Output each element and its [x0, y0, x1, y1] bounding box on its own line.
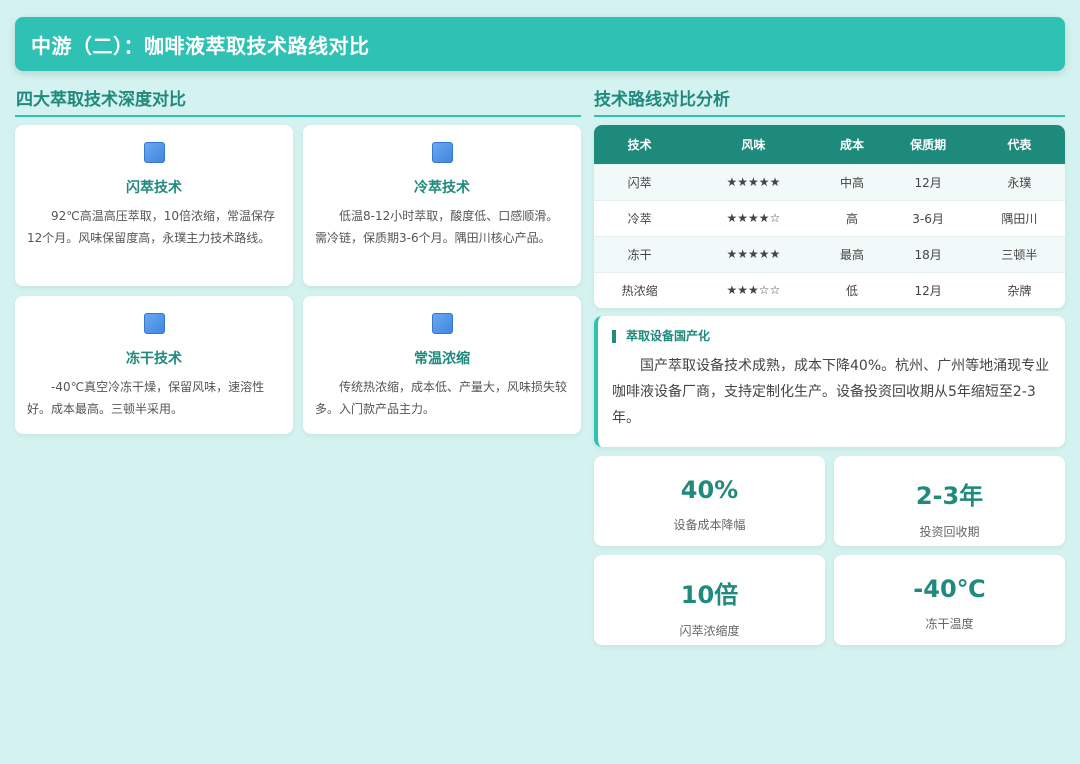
tech-card-freeze-dry: 冻干技术 -40℃真空冷冻干燥，保留风味，速溶性好。成本最高。三顿半采用。 — [15, 296, 293, 434]
comparison-table: 技术 风味 成本 保质期 代表 闪萃 ★★★★★ 中高 12月 永璞 冷萃 ★★… — [594, 125, 1065, 308]
note-body: 国产萃取设备技术成熟，成本下降40%。杭州、广州等地涌现专业咖啡液设备厂商，支持… — [612, 358, 1050, 426]
table-row: 冻干 ★★★★★ 最高 18月 三顿半 — [594, 235, 1065, 272]
left-section-title: 四大萃取技术深度对比 — [16, 90, 186, 110]
table-cell: 中高 — [821, 163, 883, 200]
table-header-cell: 风味 — [685, 125, 822, 164]
tech-card-description: 传统热浓缩，成本低、产量大，风味损失较多。入门款产品主力。 — [315, 380, 568, 416]
stat-value: 2-3年 — [915, 482, 984, 510]
blue-square-icon — [431, 313, 453, 334]
table-cell: ★★★★★ — [685, 235, 822, 272]
equipment-note-card: 萃取设备国产化 国产萃取设备技术成熟，成本下降40%。杭州、广州等地涌现专业咖啡… — [594, 316, 1065, 447]
tech-card-cold-brew: 冷萃技术 低温8-12小时萃取，酸度低、口感顺滑。需冷链，保质期3-6个月。隅田… — [303, 125, 581, 286]
table-cell: 永璞 — [973, 163, 1065, 200]
table-cell: 3-6月 — [882, 199, 974, 236]
tech-card-ambient-concentrate: 常温浓缩 传统热浓缩，成本低、产量大，风味损失较多。入门款产品主力。 — [303, 296, 581, 434]
table-cell: 18月 — [882, 235, 974, 272]
tech-card-description: 低温8-12小时萃取，酸度低、口感顺滑。需冷链，保质期3-6个月。隅田川核心产品… — [315, 209, 559, 245]
right-section-title: 技术路线对比分析 — [594, 90, 730, 110]
tech-card-name: 闪萃技术 — [126, 180, 182, 196]
blue-square-icon — [143, 313, 165, 334]
table-cell: 最高 — [821, 235, 883, 272]
tech-card-description: -40℃真空冷冻干燥，保留风味，速溶性好。成本最高。三顿半采用。 — [27, 380, 265, 416]
stat-card-concentration: 10倍 闪萃浓缩度 — [594, 555, 825, 645]
table-header-cell: 保质期 — [882, 125, 974, 164]
blue-square-icon — [143, 142, 165, 163]
table-cell: ★★★☆☆ — [685, 271, 822, 308]
table-cell: 闪萃 — [594, 163, 686, 200]
table-header-row: 技术 风味 成本 保质期 代表 — [594, 125, 1065, 164]
stat-label: 设备成本降幅 — [673, 518, 746, 532]
note-title: 萃取设备国产化 — [612, 330, 1051, 343]
table-header-cell: 技术 — [594, 125, 686, 164]
table-cell: 热浓缩 — [594, 271, 686, 308]
table-cell: 12月 — [882, 163, 974, 200]
stat-card-freeze-temperature: -40℃ 冻干温度 — [834, 555, 1065, 645]
page-title: 中游（二）：咖啡液萃取技术路线对比 — [31, 33, 370, 58]
table-row: 冷萃 ★★★★☆ 高 3-6月 隅田川 — [594, 199, 1065, 236]
table-cell: ★★★★★ — [685, 163, 822, 200]
table-cell: 高 — [821, 199, 883, 236]
table-cell: 冻干 — [594, 235, 686, 272]
right-section-divider — [594, 115, 1065, 117]
tech-card-name: 冻干技术 — [126, 351, 182, 367]
tech-card-flash: 闪萃技术 92℃高温高压萃取，10倍浓缩，常温保存12个月。风味保留度高，永璞主… — [15, 125, 293, 286]
page-header: 中游（二）：咖啡液萃取技术路线对比 — [15, 17, 1065, 71]
table-cell: 杂牌 — [973, 271, 1065, 308]
left-section-divider — [15, 115, 581, 117]
tech-card-description: 92℃高温高压萃取，10倍浓缩，常温保存12个月。风味保留度高，永璞主力技术路线… — [27, 209, 276, 245]
stat-label: 投资回收期 — [919, 525, 980, 539]
blue-square-icon — [431, 142, 453, 163]
table-cell: 12月 — [882, 271, 974, 308]
table-cell: ★★★★☆ — [685, 199, 822, 236]
stat-value: 40% — [680, 476, 739, 504]
stat-value: 10倍 — [680, 581, 739, 609]
stat-card-payback-period: 2-3年 投资回收期 — [834, 456, 1065, 546]
table-header-cell: 成本 — [821, 125, 883, 164]
stat-value: -40℃ — [913, 575, 986, 603]
stat-label: 冻干温度 — [925, 617, 974, 631]
table-cell: 低 — [821, 271, 883, 308]
tech-card-name: 冷萃技术 — [414, 180, 470, 196]
table-row: 热浓缩 ★★★☆☆ 低 12月 杂牌 — [594, 271, 1065, 308]
tech-card-name: 常温浓缩 — [414, 351, 470, 367]
table-header-cell: 代表 — [973, 125, 1065, 164]
table-cell: 冷萃 — [594, 199, 686, 236]
stat-card-cost-reduction: 40% 设备成本降幅 — [594, 456, 825, 546]
table-row: 闪萃 ★★★★★ 中高 12月 永璞 — [594, 163, 1065, 200]
table-cell: 隅田川 — [973, 199, 1065, 236]
table-cell: 三顿半 — [973, 235, 1065, 272]
stat-label: 闪萃浓缩度 — [679, 624, 740, 638]
